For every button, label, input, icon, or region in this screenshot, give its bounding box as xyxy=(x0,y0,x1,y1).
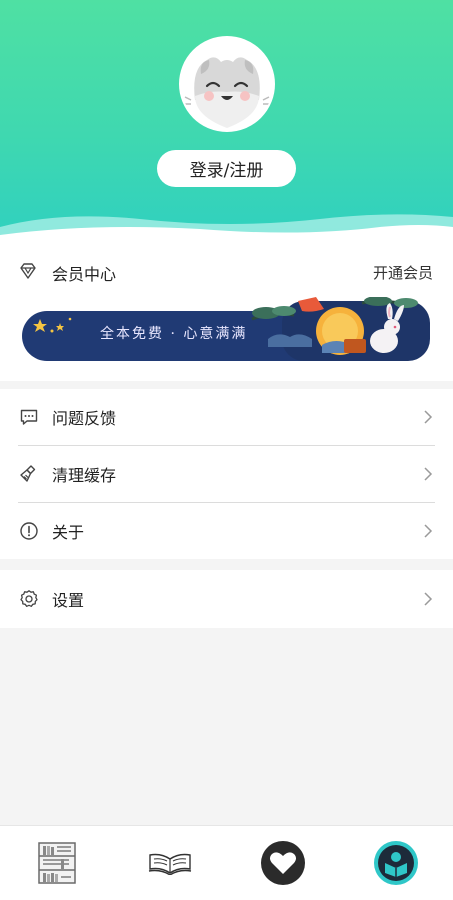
info-icon xyxy=(18,520,40,542)
tab-profile[interactable] xyxy=(371,838,421,888)
tab-reading[interactable] xyxy=(145,838,195,888)
vip-center-row[interactable]: 会员中心 开通会员 xyxy=(0,245,453,299)
login-register-button[interactable]: 登录/注册 xyxy=(157,150,296,187)
open-book-icon xyxy=(148,853,192,875)
menu-item-clear-cache[interactable]: 清理缓存 xyxy=(0,446,453,502)
settings-section: 设置 xyxy=(0,570,453,628)
message-icon xyxy=(18,406,40,428)
menu-item-settings[interactable]: 设置 xyxy=(0,571,453,627)
vip-section: 会员中心 开通会员 全本免费 · 心意满满 xyxy=(0,245,453,381)
tab-bookshelf[interactable] xyxy=(32,838,82,888)
bottom-tab-bar xyxy=(0,825,453,900)
profile-icon xyxy=(374,841,418,885)
tab-favorites[interactable] xyxy=(258,838,308,888)
menu-item-label: 清理缓存 xyxy=(52,466,117,485)
avatar[interactable] xyxy=(179,36,275,132)
default-avatar-icon xyxy=(181,38,273,130)
chevron-right-icon xyxy=(424,524,433,538)
broom-icon xyxy=(18,463,40,485)
diamond-icon xyxy=(18,261,40,283)
bookshelf-icon xyxy=(38,842,76,884)
header-wave-decoration xyxy=(0,214,453,245)
chevron-right-icon xyxy=(424,467,433,481)
open-vip-link[interactable]: 开通会员 xyxy=(373,262,433,283)
banner-slogan: 全本免费 · 心意满满 xyxy=(100,326,248,342)
menu-item-feedback[interactable]: 问题反馈 xyxy=(0,389,453,445)
chevron-right-icon xyxy=(424,410,433,424)
vip-center-label: 会员中心 xyxy=(52,265,117,284)
chevron-right-icon xyxy=(424,592,433,606)
heart-icon xyxy=(261,841,305,885)
settings-label: 设置 xyxy=(52,591,85,610)
menu-section: 问题反馈 清理缓存 关于 xyxy=(0,389,453,559)
menu-item-label: 问题反馈 xyxy=(52,409,117,428)
vip-promo-banner[interactable]: 全本免费 · 心意满满 xyxy=(22,296,431,363)
menu-item-about[interactable]: 关于 xyxy=(0,503,453,559)
gear-icon xyxy=(18,588,40,610)
menu-item-label: 关于 xyxy=(52,523,85,542)
profile-header: 登录/注册 xyxy=(0,0,453,245)
